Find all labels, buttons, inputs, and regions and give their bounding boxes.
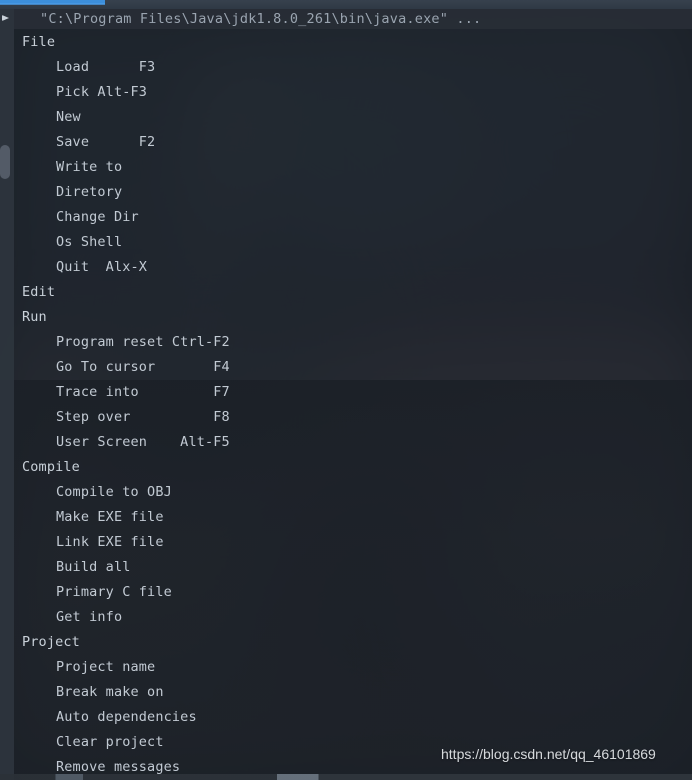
menu-group-label[interactable]: File [0,30,692,55]
menu-item[interactable]: Write to [0,155,692,180]
menu-item[interactable]: Os Shell [0,230,692,255]
watermark: https://blog.csdn.net/qq_46101869 [441,746,656,762]
menu-item[interactable]: User Screen Alt-F5 [0,430,692,455]
menu-item[interactable]: Go To cursor F4 [0,355,692,380]
menu-item[interactable]: Trace into F7 [0,380,692,405]
menu-item[interactable]: Diretory [0,180,692,205]
menu-group-label[interactable]: Edit [0,280,692,305]
menu-item[interactable]: Step over F8 [0,405,692,430]
menu-item[interactable]: Project name [0,655,692,680]
menu-item[interactable]: Change Dir [0,205,692,230]
menu-item[interactable]: Program reset Ctrl-F2 [0,330,692,355]
menu-item[interactable]: Make EXE file [0,505,692,530]
menu-item[interactable]: Build all [0,555,692,580]
menu-item[interactable]: Primary C file [0,580,692,605]
menu-item[interactable]: New [0,105,692,130]
menu-item[interactable]: Break make on [0,680,692,705]
menu-output: File Load F3 Pick Alt-F3 New Save F2 Write to… [0,30,692,780]
menu-item[interactable]: Save F2 [0,130,692,155]
menu-group-label[interactable]: Compile [0,455,692,480]
menu-item[interactable]: Pick Alt-F3 [0,80,692,105]
menu-item[interactable]: Load F3 [0,55,692,80]
taskbar [0,774,692,780]
menu-item[interactable]: Compile to OBJ [0,480,692,505]
terminal-window: "C:\Program Files\Java\jdk1.8.0_261\bin\… [0,0,692,780]
progress-bar-glow [0,3,105,5]
menu-item[interactable]: Auto dependencies [0,705,692,730]
menu-item[interactable]: Quit Alx-X [0,255,692,280]
window-title: "C:\Program Files\Java\jdk1.8.0_261\bin\… [40,11,482,27]
menu-item[interactable]: Get info [0,605,692,630]
menu-item[interactable]: Link EXE file [0,530,692,555]
menu-group-label[interactable]: Project [0,630,692,655]
menu-group-label[interactable]: Run [0,305,692,330]
